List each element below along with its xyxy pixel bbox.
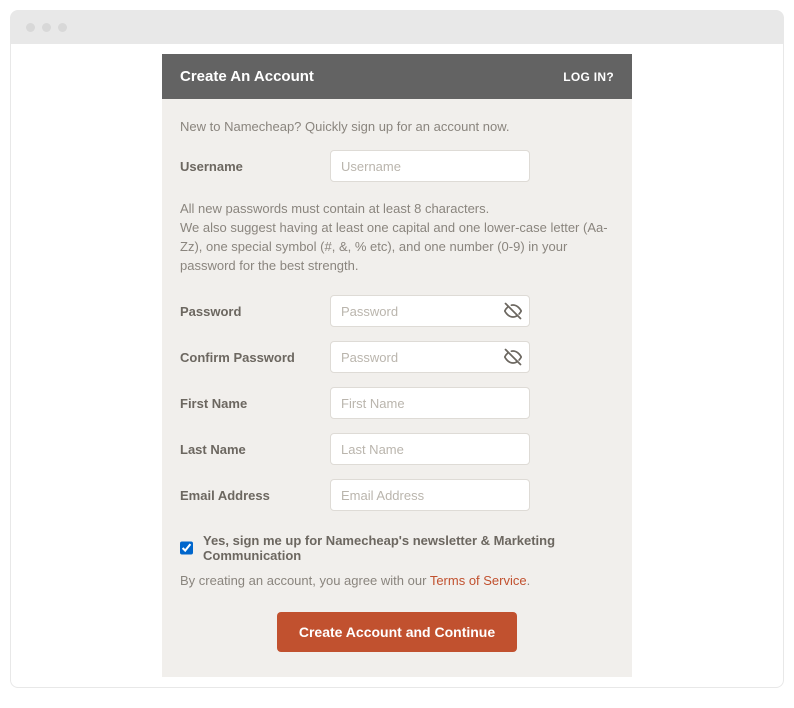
password-hint: All new passwords must contain at least … [180, 200, 614, 275]
terms-suffix: . [527, 573, 531, 588]
window-dot [26, 23, 35, 32]
panel-header: Create An Account LOG IN? [162, 54, 632, 99]
window-dot [42, 23, 51, 32]
password-label: Password [180, 304, 330, 319]
password-hint-line2: We also suggest having at least one capi… [180, 219, 614, 276]
email-label: Email Address [180, 488, 330, 503]
last-name-label: Last Name [180, 442, 330, 457]
eye-off-icon[interactable] [504, 348, 522, 366]
browser-title-bar [10, 10, 784, 44]
panel-title: Create An Account [180, 68, 314, 85]
password-hint-line1: All new passwords must contain at least … [180, 200, 614, 219]
newsletter-label: Yes, sign me up for Namecheap's newslett… [203, 533, 614, 563]
browser-viewport: Create An Account LOG IN? New to Nameche… [10, 44, 784, 688]
window-dot [58, 23, 67, 32]
confirm-password-input[interactable] [330, 341, 530, 373]
terms-of-service-link[interactable]: Terms of Service [430, 573, 527, 588]
terms-prefix: By creating an account, you agree with o… [180, 573, 430, 588]
panel-body: New to Namecheap? Quickly sign up for an… [162, 99, 632, 676]
confirm-password-label: Confirm Password [180, 350, 330, 365]
signup-panel: Create An Account LOG IN? New to Nameche… [162, 54, 632, 677]
terms-text: By creating an account, you agree with o… [180, 573, 614, 588]
username-label: Username [180, 159, 330, 174]
create-account-button[interactable]: Create Account and Continue [277, 612, 517, 652]
first-name-label: First Name [180, 396, 330, 411]
intro-text: New to Namecheap? Quickly sign up for an… [180, 119, 614, 134]
newsletter-row: Yes, sign me up for Namecheap's newslett… [180, 533, 614, 563]
eye-off-icon[interactable] [504, 302, 522, 320]
submit-row: Create Account and Continue [180, 612, 614, 652]
email-row: Email Address [180, 479, 614, 511]
confirm-password-row: Confirm Password [180, 341, 614, 373]
password-input[interactable] [330, 295, 530, 327]
first-name-row: First Name [180, 387, 614, 419]
first-name-input[interactable] [330, 387, 530, 419]
username-row: Username [180, 150, 614, 182]
password-row: Password [180, 295, 614, 327]
email-input[interactable] [330, 479, 530, 511]
last-name-row: Last Name [180, 433, 614, 465]
newsletter-checkbox[interactable] [180, 541, 193, 555]
last-name-input[interactable] [330, 433, 530, 465]
login-link[interactable]: LOG IN? [563, 70, 614, 84]
username-input[interactable] [330, 150, 530, 182]
